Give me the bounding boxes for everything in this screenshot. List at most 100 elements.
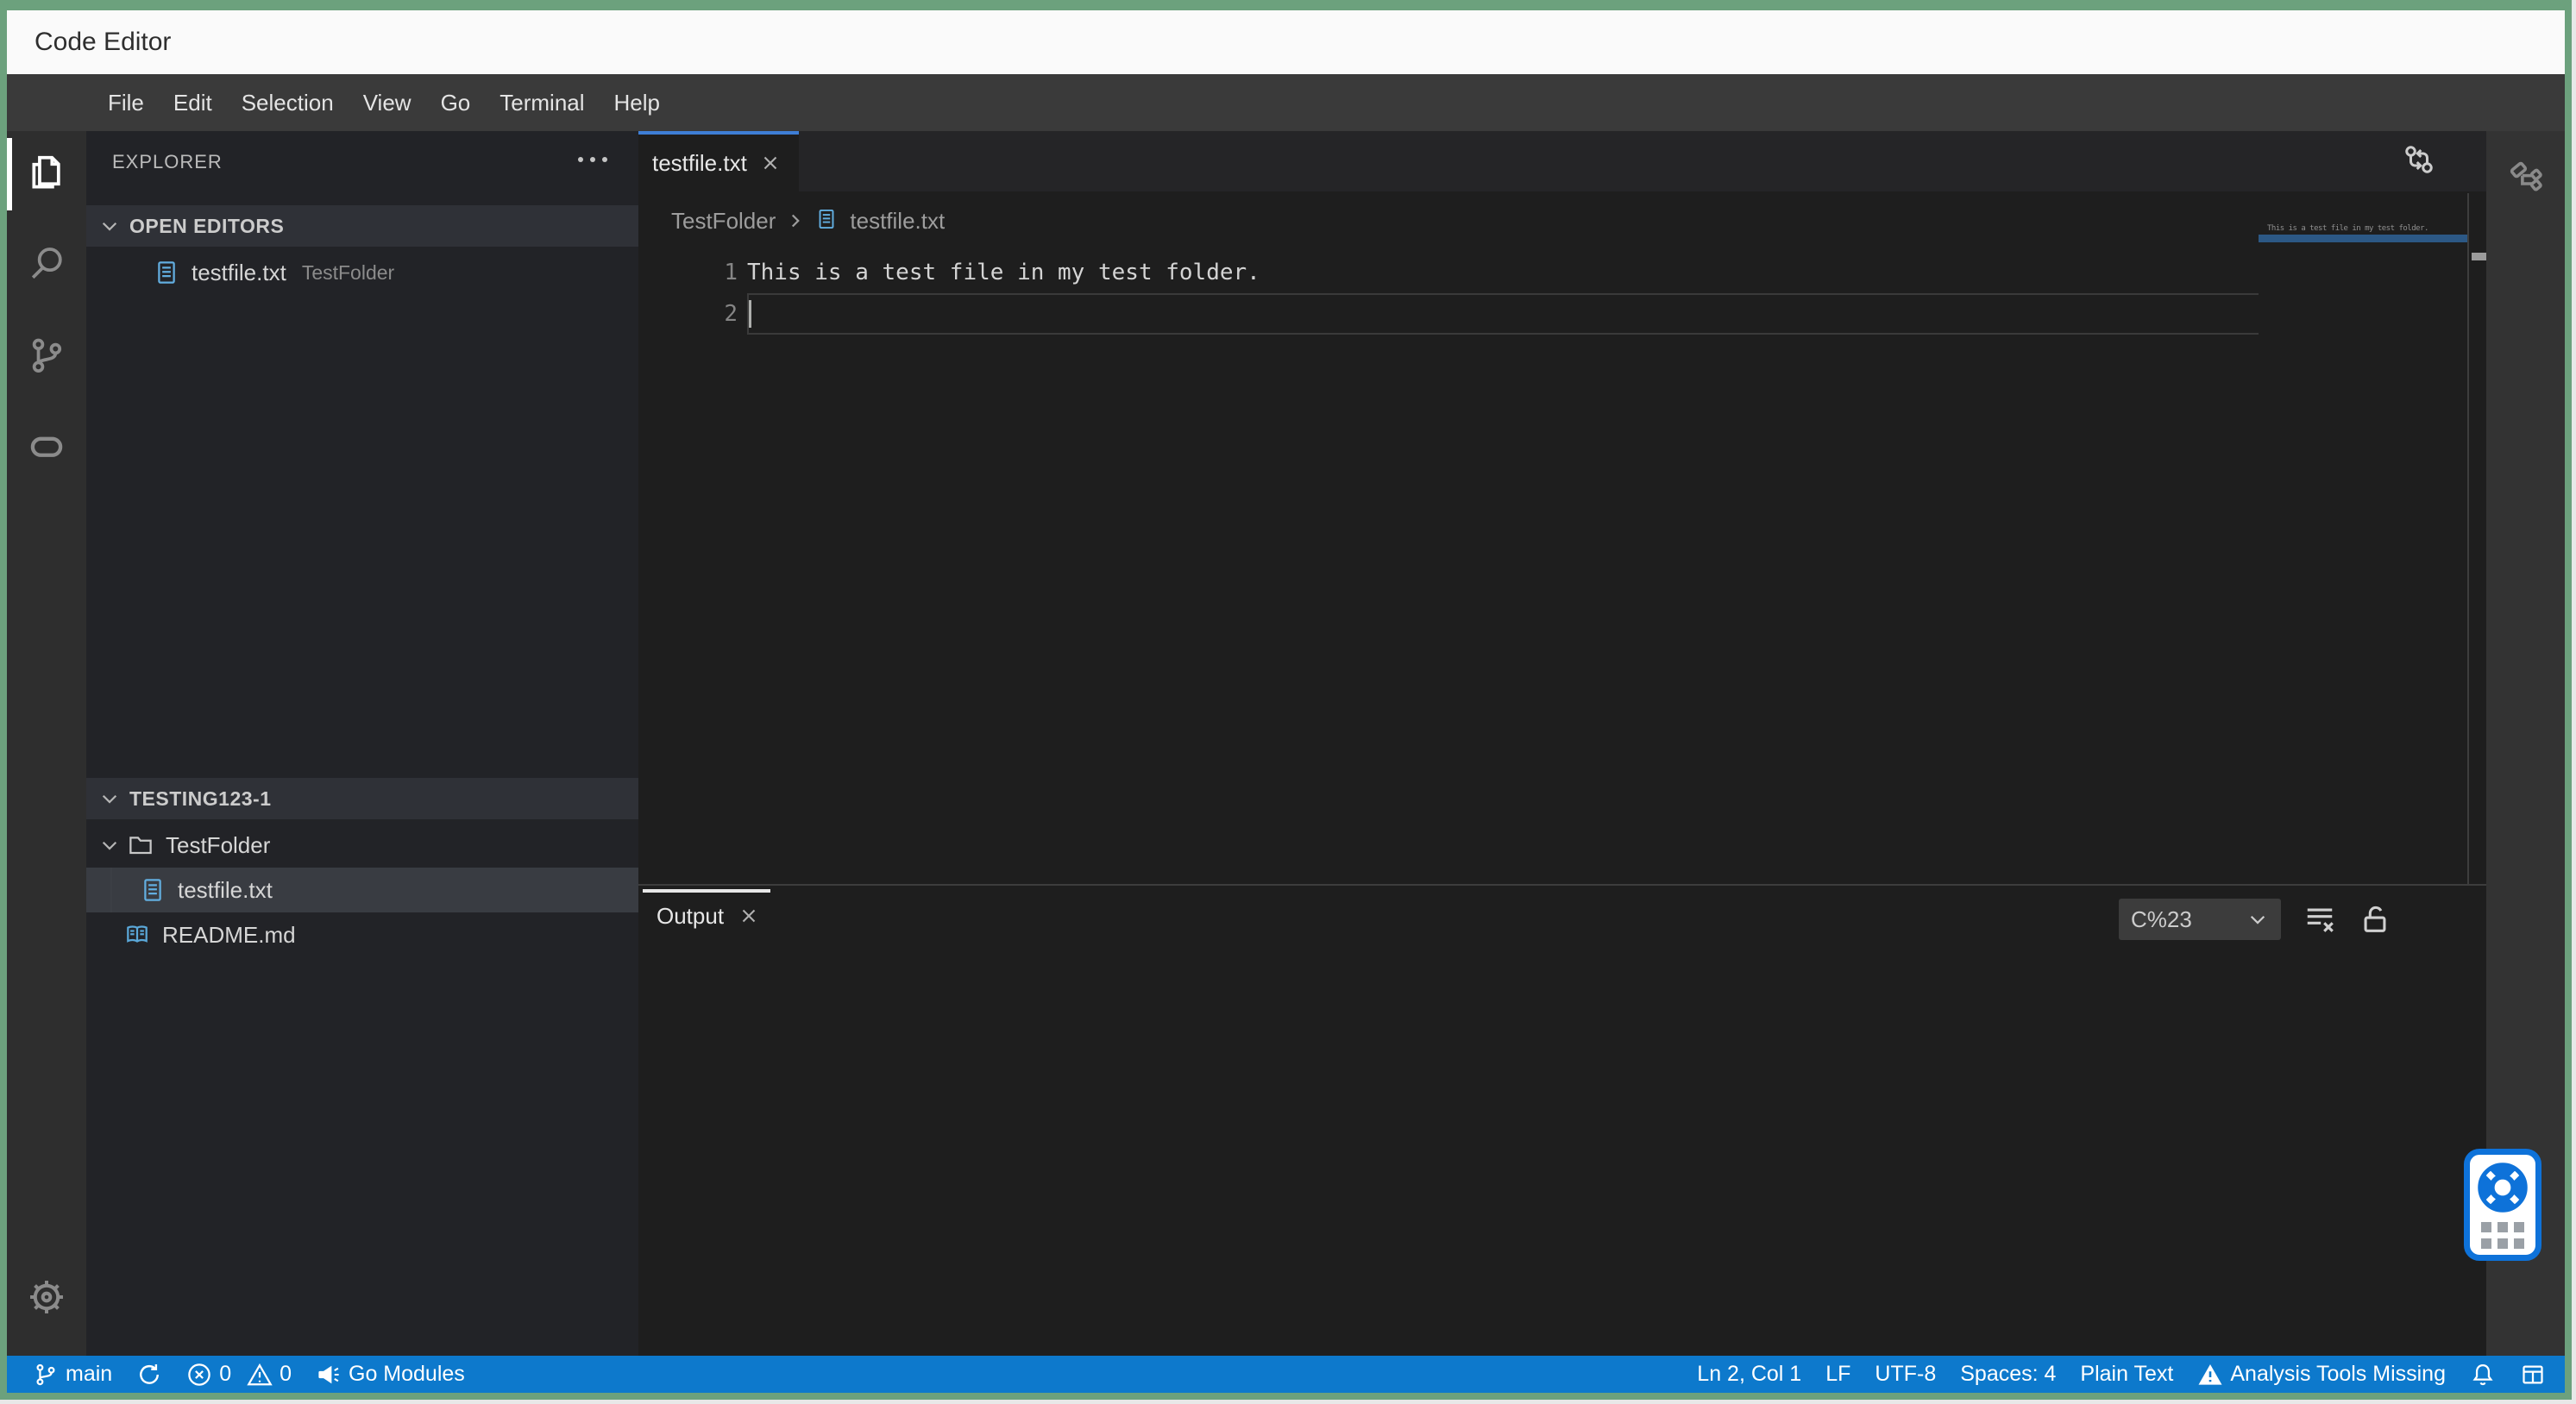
explorer-sidebar: EXPLORER OPEN EDITORS testfile.txt TestF… <box>86 131 638 1356</box>
panel-tab-output[interactable]: Output <box>643 886 774 946</box>
markdown-book-icon <box>124 922 150 948</box>
tree-item-label: TestFolder <box>166 831 271 858</box>
swap-editors-icon[interactable] <box>2402 142 2436 181</box>
lifebuoy-icon <box>2478 1163 2528 1213</box>
branch-name: main <box>66 1362 113 1386</box>
search-activity-button[interactable] <box>7 224 86 307</box>
status-bar: main 0 0 Go Modules Ln 2, Col 1 LF UTF-8… <box>7 1356 2565 1393</box>
menu-help[interactable]: Help <box>600 74 675 131</box>
branch-status[interactable]: main <box>33 1356 124 1393</box>
oval-icon <box>27 427 66 471</box>
megaphone-icon <box>318 1365 339 1383</box>
app-window: Code Editor File Edit Selection View Go … <box>0 0 2572 1400</box>
source-control-activity-button[interactable] <box>7 316 86 398</box>
encoding-status[interactable]: UTF-8 <box>1863 1356 1948 1393</box>
menu-file[interactable]: File <box>93 74 159 131</box>
oval-activity-button[interactable] <box>7 407 86 490</box>
scrollbar-handle[interactable] <box>2472 253 2486 260</box>
menu-terminal[interactable]: Terminal <box>485 74 599 131</box>
git-branch-icon <box>36 1363 55 1385</box>
chevron-right-icon <box>792 214 801 228</box>
chevron-down-icon <box>2250 915 2265 925</box>
tree-item-readme[interactable]: README.md <box>86 912 638 957</box>
sync-status[interactable] <box>124 1356 174 1393</box>
open-editors-section-header[interactable]: OPEN EDITORS <box>86 205 638 247</box>
open-editor-detail: TestFolder <box>301 260 395 284</box>
layout-status[interactable] <box>2508 1356 2546 1393</box>
chevron-down-icon <box>98 215 121 237</box>
cursor-position-status[interactable]: Ln 2, Col 1 <box>1685 1356 1813 1393</box>
menu-view[interactable]: View <box>349 74 426 131</box>
warning-icon <box>247 1363 273 1385</box>
settings-button[interactable] <box>7 1257 86 1340</box>
folder-icon <box>128 832 154 858</box>
explorer-more-actions-icon[interactable] <box>571 150 614 169</box>
git-branch-icon <box>27 335 66 379</box>
gear-icon <box>27 1277 66 1321</box>
analysis-tools-status[interactable]: Analysis Tools Missing <box>2185 1356 2458 1393</box>
chevron-down-icon <box>98 787 121 810</box>
tab-testfile[interactable]: testfile.txt <box>638 131 799 191</box>
menu-selection[interactable]: Selection <box>227 74 349 131</box>
workspace-section-header[interactable]: TESTING123-1 <box>86 778 638 819</box>
line-number: 1 <box>724 260 738 285</box>
current-line-highlight <box>747 293 2259 335</box>
warning-count: 0 <box>280 1362 292 1386</box>
minimap-current-line <box>2259 235 2467 242</box>
tab-label: testfile.txt <box>652 149 747 176</box>
text-file-icon <box>140 877 166 903</box>
breadcrumb-folder[interactable]: TestFolder <box>671 208 776 235</box>
tab-strip: testfile.txt <box>638 131 2486 191</box>
code-line-1: This is a test file in my test folder. <box>747 260 1260 285</box>
text-file-icon <box>154 260 179 285</box>
drag-handle-dots[interactable] <box>2481 1222 2524 1249</box>
clear-output-icon[interactable] <box>2303 903 2336 936</box>
go-modules-status[interactable]: Go Modules <box>304 1356 477 1393</box>
text-file-icon <box>815 208 841 234</box>
activity-bar <box>7 131 86 1356</box>
explorer-activity-button[interactable] <box>7 133 86 216</box>
tree-item-label: testfile.txt <box>178 876 273 903</box>
tree-item-testfile-selected[interactable]: testfile.txt <box>86 868 638 912</box>
eol-status[interactable]: LF <box>1813 1356 1863 1393</box>
sync-icon <box>140 1363 160 1384</box>
language-mode-status[interactable]: Plain Text <box>2068 1356 2185 1393</box>
breadcrumb: TestFolder testfile.txt <box>671 191 945 250</box>
tree-item-testfolder[interactable]: TestFolder <box>86 823 638 868</box>
files-icon <box>27 153 66 197</box>
problems-status[interactable]: 0 0 <box>174 1356 304 1393</box>
workflow-activity-button[interactable] <box>2486 140 2565 217</box>
open-editors-label: OPEN EDITORS <box>129 214 285 237</box>
breadcrumb-file[interactable]: testfile.txt <box>850 208 945 235</box>
warning-filled-icon <box>2198 1363 2222 1385</box>
tree-item-label: README.md <box>162 921 296 948</box>
unlock-icon[interactable] <box>2359 903 2391 936</box>
go-modules-label: Go Modules <box>349 1362 465 1386</box>
panel-tab-label: Output <box>657 902 725 929</box>
workspace-label: TESTING123-1 <box>129 787 272 810</box>
error-count: 0 <box>219 1362 232 1386</box>
helper-widget[interactable] <box>2464 1149 2541 1261</box>
close-icon[interactable] <box>738 905 760 927</box>
menu-edit[interactable]: Edit <box>159 74 227 131</box>
close-icon[interactable] <box>759 152 782 174</box>
error-icon <box>188 1363 210 1386</box>
notifications-status[interactable] <box>2458 1356 2508 1393</box>
bell-icon <box>2472 1363 2493 1385</box>
menu-go[interactable]: Go <box>426 74 486 131</box>
open-editor-filename: testfile.txt <box>192 259 286 285</box>
title-bar: Code Editor <box>7 10 2565 74</box>
search-icon <box>27 244 66 288</box>
minimap-line: This is a test file in my test folder. <box>2267 224 2428 233</box>
output-channel-select[interactable]: C%23 <box>2119 899 2281 940</box>
line-number: 2 <box>724 301 738 327</box>
indent-guide <box>110 868 112 912</box>
text-cursor <box>749 300 751 328</box>
window-title: Code Editor <box>35 28 172 56</box>
output-panel: Output C%23 <box>638 884 2486 1356</box>
open-editor-item[interactable]: testfile.txt TestFolder <box>86 250 638 295</box>
output-channel-value: C%23 <box>2131 906 2192 932</box>
layout-panel-icon <box>2523 1365 2543 1383</box>
menu-bar: File Edit Selection View Go Terminal Hel… <box>7 74 2565 131</box>
indentation-status[interactable]: Spaces: 4 <box>1948 1356 2068 1393</box>
